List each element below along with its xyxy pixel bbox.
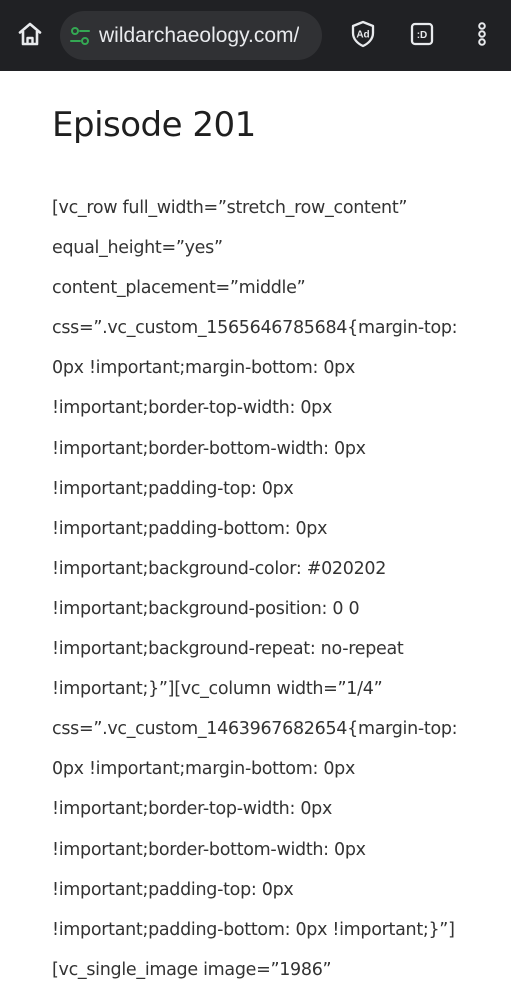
article-text-line: img_size=”full” alignment=”right” [52,990,492,1000]
page-title: Episode 201 [52,105,256,145]
page-content: Episode 201 [vc_row full_width=”stretch_… [0,71,511,1000]
tab-switcher-icon: :D [407,19,437,53]
article-text-line: !important;padding-bottom: 0px [52,518,328,539]
adblock-button[interactable]: Ad [347,20,379,52]
home-button[interactable] [14,20,46,52]
address-bar[interactable]: wildarchaeology.com/ [60,11,322,60]
article-text-line: [vc_row full_width=”stretch_row_content” [52,198,408,218]
ad-shield-icon: Ad [348,19,378,53]
tune-icon[interactable] [69,25,91,47]
article-body: [vc_row full_width=”stretch_row_content”… [52,188,492,1000]
article-text-line: css=”.vc_custom_1463967682654{margin-top… [52,719,458,740]
url-text[interactable]: wildarchaeology.com/ [99,24,299,48]
svg-text::D: :D [417,30,428,41]
tab-switcher-button[interactable]: :D [406,20,438,52]
article-text-line: 0px !important;margin-bottom: 0px [52,358,356,379]
article-text-line: [vc_single_image image=”1986” [52,959,332,980]
article-text-line: !important;background-color: #020202 [52,558,387,579]
article-text-line: equal_height=”yes” [52,238,223,259]
article-text-line: css=”.vc_custom_1565646785684{margin-top… [52,318,458,339]
more-vertical-icon [467,19,497,53]
article-text-line: !important;background-repeat: no-repeat [52,639,404,660]
article-text-line: !important;border-bottom-width: 0px [52,438,366,459]
svg-text:Ad: Ad [356,30,369,41]
article-text-line: !important;border-top-width: 0px [52,799,333,820]
article-text-line: !important;padding-bottom: 0px !importan… [52,919,455,940]
home-icon [15,19,45,53]
article-text-line: content_placement=”middle” [52,278,306,299]
overflow-menu-button[interactable] [466,20,498,52]
browser-toolbar: wildarchaeology.com/ Ad :D [0,0,511,71]
article-text-line: !important;padding-top: 0px [52,879,294,900]
article-text-line: !important;}”][vc_column width=”1/4” [52,679,383,700]
article-text-line: !important;border-top-width: 0px [52,398,333,419]
article-text-line: !important;background-position: 0 0 [52,598,360,619]
article-text-line: !important;padding-top: 0px [52,478,294,499]
article-text-line: !important;border-bottom-width: 0px [52,839,366,860]
article-text-line: 0px !important;margin-bottom: 0px [52,759,356,780]
